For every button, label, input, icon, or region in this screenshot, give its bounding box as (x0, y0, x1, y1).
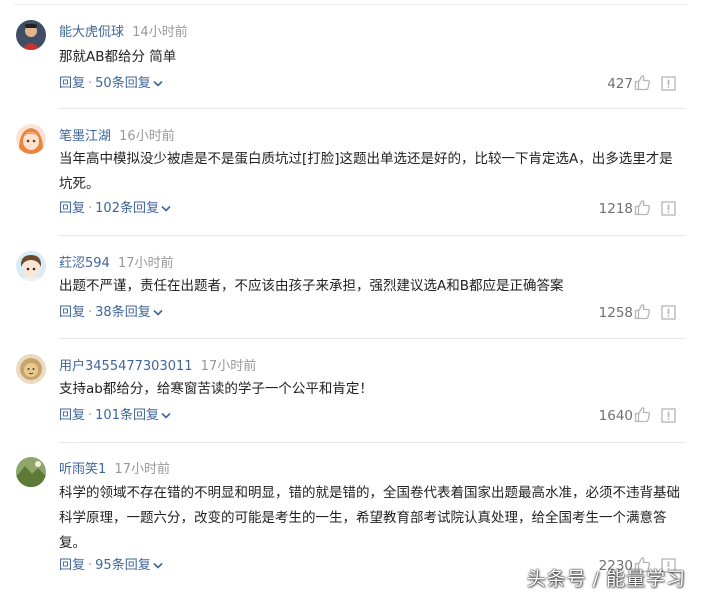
username[interactable]: 荭涊594 (59, 256, 110, 271)
replies-count: 95条回复 (95, 558, 151, 573)
like-count: 1640 (598, 408, 633, 424)
comment-time: 14小时前 (132, 25, 188, 40)
separator-dot: · (88, 408, 93, 423)
comment-time: 17小时前 (114, 462, 170, 477)
reply-button[interactable]: 回复 (59, 201, 85, 216)
thumbs-up-icon[interactable] (634, 74, 651, 91)
comment-meta: 听雨笑1 17小时前 (59, 461, 170, 479)
comment-meta: 用户3455477303011 17小时前 (59, 358, 256, 376)
comment-meta: 能大虎侃球 14小时前 (59, 24, 188, 42)
like-count: 1218 (598, 201, 633, 217)
replies-count: 101条回复 (95, 408, 159, 423)
chevron-down-icon (153, 562, 163, 569)
comment-divider (59, 235, 686, 236)
comment-text: 当年高中模拟没少被虐是不是蛋白质坑过[打脸]这题出单选还是好的，比较一下肯定选A… (59, 151, 673, 192)
comment-time: 17小时前 (117, 256, 174, 271)
replies-count: 102条回复 (95, 201, 159, 216)
reply-button[interactable]: 回复 (59, 558, 85, 573)
avatar-landscape-icon[interactable] (16, 457, 46, 487)
thumbs-up-icon[interactable] (634, 199, 651, 216)
separator-dot: · (88, 305, 93, 320)
view-replies-button[interactable]: 38条回复 (95, 305, 163, 320)
comment-text: 那就AB都给分 简单 (59, 49, 177, 65)
replies-count: 50条回复 (95, 76, 151, 91)
comment-actions: 回复 · 101条回复 (59, 407, 171, 425)
comment-actions: 回复 · 102条回复 (59, 200, 171, 218)
username[interactable]: 笔墨江湖 (59, 129, 111, 144)
report-icon[interactable] (661, 305, 676, 320)
replies-count: 38条回复 (95, 305, 151, 320)
username[interactable]: 用户3455477303011 (59, 359, 193, 374)
view-replies-button[interactable]: 101条回复 (95, 408, 171, 423)
comment-divider (59, 338, 686, 339)
separator-dot: · (88, 76, 93, 91)
avatar-lion-icon[interactable] (16, 354, 46, 384)
comment-actions: 回复 · 38条回复 (59, 304, 163, 322)
comment-time: 17小时前 (200, 359, 257, 374)
comment-meta: 笔墨江湖 16小时前 (59, 128, 175, 146)
watermark: 头条号 / 能量学习 (527, 564, 686, 591)
comment-divider (59, 108, 686, 109)
reply-button[interactable]: 回复 (59, 408, 85, 423)
chevron-down-icon (161, 205, 171, 212)
separator-dot: · (88, 558, 93, 573)
avatar-anime-girl-icon[interactable] (16, 124, 46, 154)
report-icon[interactable] (661, 201, 676, 216)
report-icon[interactable] (661, 76, 676, 91)
top-divider (14, 4, 688, 5)
watermark-separator: / (592, 568, 600, 590)
comment-actions: 回复 · 50条回复 (59, 75, 163, 93)
comment-time: 16小时前 (119, 129, 175, 144)
thumbs-up-icon[interactable] (634, 406, 651, 423)
chevron-down-icon (161, 412, 171, 419)
comment-actions: 回复 · 95条回复 (59, 557, 163, 575)
chevron-down-icon (153, 309, 163, 316)
comment-text: 科学的领域不存在错的不明显和明显，错的就是错的，全国卷代表着国家出题最高水准，必… (59, 485, 680, 551)
watermark-account: 能量学习 (605, 568, 686, 590)
view-replies-button[interactable]: 95条回复 (95, 558, 163, 573)
watermark-source: 头条号 (526, 568, 587, 590)
comment-meta: 荭涊594 17小时前 (59, 255, 174, 273)
report-icon[interactable] (661, 408, 676, 423)
view-replies-button[interactable]: 102条回复 (95, 201, 171, 216)
like-count: 427 (607, 76, 633, 92)
comment-text: 支持ab都给分，给寒窗苦读的学子一个公平和肯定！ (59, 381, 373, 397)
reply-button[interactable]: 回复 (59, 76, 85, 91)
like-count: 1258 (598, 305, 633, 321)
avatar-anime-boy-icon[interactable] (16, 251, 46, 281)
comment-text: 出题不严谨，责任在出题者，不应该由孩子来承担，强烈建议选A和B都应是正确答案 (59, 278, 564, 294)
username[interactable]: 能大虎侃球 (59, 25, 124, 40)
chevron-down-icon (153, 80, 163, 87)
username[interactable]: 听雨笑1 (59, 462, 106, 477)
reply-button[interactable]: 回复 (59, 305, 85, 320)
comment-divider (59, 442, 686, 443)
avatar-photo-icon[interactable] (16, 20, 46, 50)
thumbs-up-icon[interactable] (634, 303, 651, 320)
view-replies-button[interactable]: 50条回复 (95, 76, 163, 91)
separator-dot: · (88, 201, 93, 216)
